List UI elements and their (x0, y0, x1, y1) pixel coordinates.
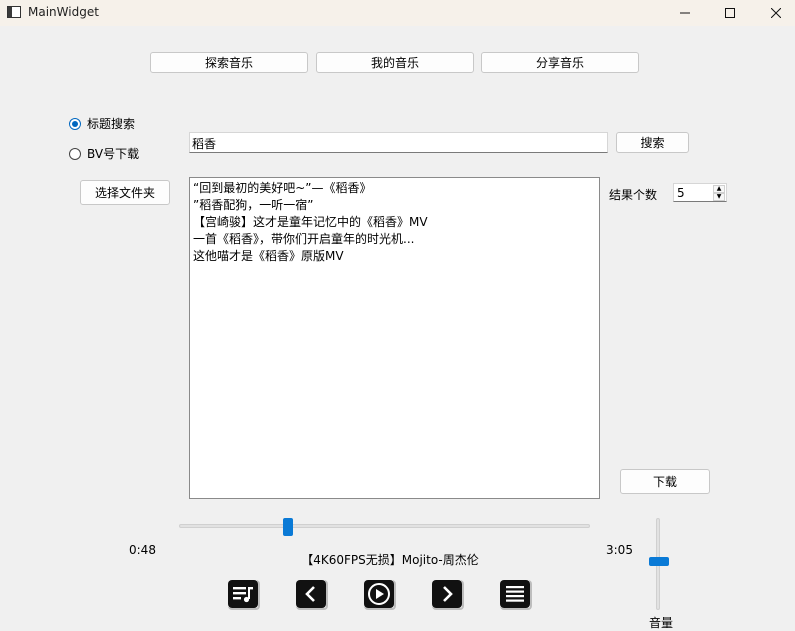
close-button[interactable] (753, 0, 795, 26)
list-item[interactable]: 一首《稻香》，带你们开启童年的时光机... (193, 231, 596, 248)
progress-slider-track[interactable] (179, 524, 590, 528)
menu-button[interactable] (498, 578, 532, 610)
app-window-icon (7, 6, 21, 18)
close-icon (771, 8, 781, 18)
chevron-down-icon[interactable]: ▼ (713, 193, 725, 201)
play-pause-button[interactable] (362, 578, 396, 610)
button-bevel (432, 580, 464, 610)
spin-arrows: ▲ ▼ (713, 185, 725, 201)
list-item[interactable]: ”稻香配狗，一听一宿” (193, 197, 596, 214)
maximize-button[interactable] (707, 0, 753, 26)
list-item[interactable]: 这他喵才是《稻香》原版MV (193, 248, 596, 265)
search-input[interactable]: 稻香 (189, 132, 608, 153)
radio-label: 标题搜索 (87, 117, 136, 131)
result-count-label: 结果个数 (609, 188, 658, 202)
result-count-spinbox[interactable]: 5 ▲ ▼ (673, 183, 727, 202)
playlist-button[interactable] (226, 578, 260, 610)
tab-my-music[interactable]: 我的音乐 (316, 52, 474, 73)
next-button[interactable] (430, 578, 464, 610)
search-results-list[interactable]: “回到最初的美好吧~”—《稻香》 ”稻香配狗，一听一宿” 【宫崎骏】这才是童年记… (189, 177, 600, 499)
download-button[interactable]: 下载 (620, 469, 710, 494)
radio-label: BV号下载 (87, 147, 140, 161)
list-item[interactable]: “回到最初的美好吧~”—《稻香》 (193, 180, 596, 197)
chevron-up-icon[interactable]: ▲ (713, 185, 725, 193)
button-bevel (228, 580, 260, 610)
button-bevel (296, 580, 328, 610)
tab-share-music[interactable]: 分享音乐 (481, 52, 639, 73)
previous-button[interactable] (294, 578, 328, 610)
radio-indicator[interactable] (69, 147, 81, 160)
title-bar: MainWidget (0, 0, 795, 26)
radio-title-search[interactable]: 标题搜索 (69, 115, 135, 132)
result-count-value: 5 (677, 186, 685, 200)
volume-slider-handle[interactable] (649, 557, 669, 566)
button-bevel (364, 580, 396, 610)
window-title: MainWidget (28, 5, 99, 19)
radio-indicator[interactable] (69, 117, 81, 130)
list-item[interactable]: 【宫崎骏】这才是童年记忆中的《稻香》MV (193, 214, 596, 231)
maximize-icon (725, 8, 735, 18)
radio-bv-download[interactable]: BV号下载 (69, 145, 139, 162)
search-button[interactable]: 搜索 (616, 132, 689, 153)
minimize-button[interactable] (662, 0, 708, 26)
button-bevel (500, 580, 532, 610)
volume-label: 音量 (649, 616, 674, 630)
tab-explore-music[interactable]: 探索音乐 (150, 52, 308, 73)
minimize-icon (680, 12, 690, 14)
progress-slider-handle[interactable] (283, 518, 294, 536)
select-folder-button[interactable]: 选择文件夹 (80, 180, 170, 205)
